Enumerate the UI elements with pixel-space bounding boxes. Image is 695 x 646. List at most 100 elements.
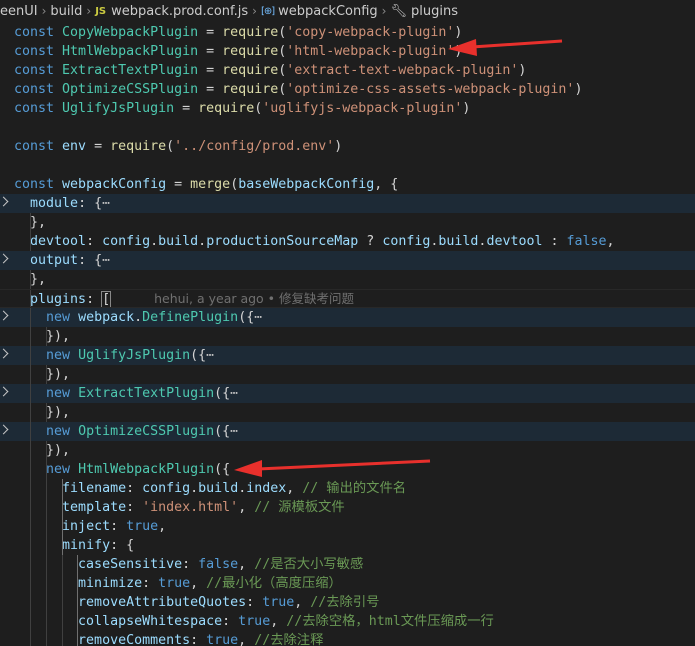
indent-guide — [46, 517, 47, 536]
code-line[interactable]: new HtmlWebpackPlugin({ — [0, 460, 695, 479]
code-token: DefinePlugin — [142, 310, 239, 325]
code-line[interactable]: template: 'index.html', // 源模板文件 — [0, 498, 695, 517]
code-token: false — [566, 234, 607, 249]
code-token: template — [62, 500, 127, 515]
code-line[interactable]: const webpackConfig = merge(baseWebpackC… — [0, 175, 695, 194]
code-line[interactable]: const UglifyJsPlugin = require('uglifyjs… — [0, 99, 695, 118]
breadcrumb: eenUI › build › JS webpack.prod.conf.js … — [0, 0, 695, 22]
code-line[interactable]: caseSensitive: false, //是否大小写敏感 — [0, 555, 695, 574]
indent-guide — [30, 460, 31, 479]
indent-guide — [77, 612, 78, 631]
code-token: OptimizeCSSPlugin — [62, 82, 199, 97]
code-line[interactable] — [0, 156, 695, 175]
breadcrumb-folder-root[interactable]: eenUI — [0, 4, 38, 19]
code-line[interactable] — [0, 118, 695, 137]
code-line[interactable]: collapseWhitespace: true, //去除空格，html文件压… — [0, 612, 695, 631]
code-line[interactable]: removeComments: true, //去除注释 — [0, 631, 695, 646]
code-token: //去除引号 — [310, 595, 380, 610]
indent-guide — [30, 479, 31, 498]
code-line[interactable]: minify: { — [0, 536, 695, 555]
code-line[interactable]: const ExtractTextPlugin = require('extra… — [0, 61, 695, 80]
code-token: = — [166, 177, 191, 192]
code-token: ( — [166, 139, 175, 154]
code-line[interactable]: output: {⋯ — [0, 251, 695, 270]
code-editor[interactable]: const CopyWebpackPlugin = require('copy-… — [0, 23, 695, 646]
code-token: HtmlWebpackPlugin — [78, 462, 215, 477]
code-line[interactable]: const HtmlWebpackPlugin = require('html-… — [0, 42, 695, 61]
code-token: = — [86, 139, 111, 154]
code-line[interactable]: }, — [0, 270, 695, 289]
code-token: : — [246, 595, 263, 610]
property-wrench-icon: 🔧︎ — [390, 3, 407, 19]
indent-guide — [30, 498, 31, 517]
code-token: const — [14, 82, 63, 97]
fold-ellipsis[interactable]: ⋯ — [254, 310, 262, 325]
code-line[interactable]: new webpack.DefinePlugin({⋯ — [0, 308, 695, 327]
fold-chevron-icon[interactable] — [0, 424, 9, 435]
code-token: minimize — [78, 576, 143, 591]
fold-chevron-icon[interactable] — [0, 196, 9, 207]
code-line[interactable]: inject: true, — [0, 517, 695, 536]
fold-ellipsis[interactable]: ⋯ — [230, 386, 238, 401]
indent-guide — [46, 460, 47, 479]
indent-guide — [46, 479, 47, 498]
code-line[interactable]: removeAttributeQuotes: true, //去除引号 — [0, 593, 695, 612]
code-token: webpackConfig — [62, 177, 167, 192]
indent-guide — [77, 555, 78, 574]
fold-ellipsis[interactable]: ⋯ — [102, 196, 110, 211]
breadcrumb-symbol-plugins[interactable]: plugins — [411, 4, 458, 19]
code-line[interactable]: new UglifyJsPlugin({⋯ — [0, 346, 695, 365]
code-token: 'extract-text-webpack-plugin' — [286, 63, 519, 78]
code-token: , — [190, 576, 207, 591]
code-token: . — [134, 310, 143, 325]
fold-chevron-icon[interactable] — [0, 386, 9, 397]
code-line[interactable]: new ExtractTextPlugin({⋯ — [0, 384, 695, 403]
indent-guide — [30, 365, 31, 384]
code-token: plugins — [30, 292, 87, 307]
code-token: filename — [62, 481, 127, 496]
code-line[interactable]: minimize: true, //最小化（高度压缩） — [0, 574, 695, 593]
fold-ellipsis[interactable]: ⋯ — [206, 348, 214, 363]
fold-ellipsis[interactable]: ⋯ — [230, 424, 238, 439]
fold-ellipsis[interactable]: ⋯ — [102, 253, 110, 268]
code-token: output — [30, 253, 79, 268]
code-token: require — [222, 63, 279, 78]
breadcrumb-folder-build[interactable]: build — [50, 4, 82, 19]
code-line[interactable]: const CopyWebpackPlugin = require('copy-… — [0, 23, 695, 42]
fold-chevron-icon[interactable] — [0, 348, 9, 359]
code-line[interactable]: }), — [0, 365, 695, 384]
code-line[interactable]: const env = require('../config/prod.env'… — [0, 137, 695, 156]
code-token: }), — [14, 329, 71, 344]
code-token: , — [238, 557, 255, 572]
code-token: require — [110, 139, 167, 154]
code-token: , — [158, 519, 167, 534]
code-line[interactable]: filename: config.build.index, // 输出的文件名 — [0, 479, 695, 498]
code-token: : — [542, 234, 567, 249]
breadcrumb-file[interactable]: webpack.prod.conf.js — [111, 4, 248, 19]
code-token: 'uglifyjs-webpack-plugin' — [262, 101, 463, 116]
indent-guide — [46, 536, 47, 555]
code-token: : — [142, 576, 159, 591]
code-line[interactable]: plugins: [hehui, a year ago • 修复缺考问题 — [0, 289, 695, 308]
code-token: ({ — [214, 386, 231, 401]
code-token: true — [262, 595, 295, 610]
fold-chevron-icon[interactable] — [0, 253, 9, 264]
indent-guide — [30, 574, 31, 593]
code-token: = — [174, 101, 199, 116]
indent-guide — [62, 498, 63, 517]
indent-guide — [30, 517, 31, 536]
code-line[interactable]: devtool: config.build.productionSourceMa… — [0, 232, 695, 251]
code-token: require — [198, 101, 255, 116]
code-line[interactable]: }, — [0, 213, 695, 232]
code-token: UglifyJsPlugin — [62, 101, 175, 116]
code-line[interactable]: }), — [0, 327, 695, 346]
code-line[interactable]: }), — [0, 441, 695, 460]
fold-chevron-icon[interactable] — [0, 310, 9, 321]
code-line[interactable]: const OptimizeCSSPlugin = require('optim… — [0, 80, 695, 99]
code-line[interactable]: }), — [0, 403, 695, 422]
code-line[interactable]: new OptimizeCSSPlugin({⋯ — [0, 422, 695, 441]
code-token: , — [286, 481, 303, 496]
indent-guide — [62, 593, 63, 612]
breadcrumb-symbol-webpackconfig[interactable]: webpackConfig — [278, 4, 378, 19]
code-line[interactable]: module: {⋯ — [0, 194, 695, 213]
